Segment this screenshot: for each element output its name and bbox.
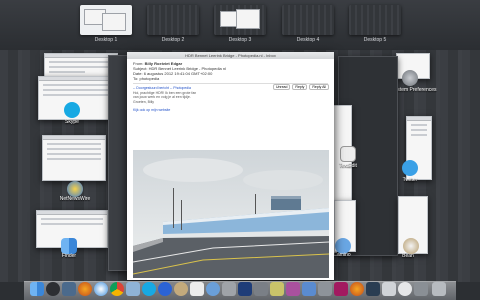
skype-icon (64, 102, 80, 118)
to-value: photopedia (139, 76, 160, 81)
reply-button[interactable]: Reply (292, 84, 308, 90)
textedit-dock-icon[interactable] (190, 282, 204, 296)
mail-header: From: Billy Roeiviet Edgar Subject: HDR … (127, 59, 334, 83)
mail-title: HDR Bennet Leerink Bridge - Photopedia.n… (127, 52, 334, 59)
photoshop-dock-icon[interactable] (238, 282, 252, 296)
app-dock-icon-18[interactable] (302, 282, 316, 296)
lightroom-dock-icon[interactable] (366, 282, 380, 296)
desktop-2-thumbnail[interactable] (147, 5, 199, 35)
unread-button[interactable]: Unread (272, 84, 291, 90)
system-preferences-icon (402, 70, 418, 86)
help-dock-icon[interactable] (414, 282, 428, 296)
skype-dock-icon[interactable] (142, 282, 156, 296)
chrome-dock-icon[interactable] (110, 282, 124, 296)
indesign-dock-icon[interactable] (334, 282, 348, 296)
textedit-icon (340, 146, 356, 162)
desktop-4-thumbnail[interactable] (282, 5, 334, 35)
desktop-1-label: Desktop 1 (94, 37, 118, 43)
mail-toolbar: Unread Reply Reply All (272, 84, 329, 90)
to-label: To: (133, 76, 139, 81)
desktop-2-label: Desktop 2 (161, 37, 185, 43)
bean-icon (403, 238, 419, 254)
dashboard-dock-icon[interactable] (46, 282, 60, 296)
window-dark-left[interactable] (108, 55, 128, 271)
desktop-1-thumbnail[interactable] (80, 5, 132, 35)
finder-icon (61, 238, 77, 254)
skype-label: Skype (65, 119, 79, 125)
netnewswire-icon (67, 181, 83, 197)
finder-dock-icon[interactable] (30, 282, 44, 296)
preview-dock-icon[interactable] (222, 282, 236, 296)
desktop-5-label: Desktop 5 (363, 37, 387, 43)
safari-dock-icon[interactable] (94, 282, 108, 296)
mission-control-dock-icon[interactable] (62, 282, 76, 296)
app-dock-icon-19[interactable] (318, 282, 332, 296)
mail-dock-icon[interactable] (126, 282, 140, 296)
desktop-5-thumbnail[interactable] (349, 5, 401, 35)
twitter-label: Twitter (402, 177, 418, 183)
bridge-photo-image (133, 150, 329, 278)
desktop-3-label: Desktop 3 (228, 37, 252, 43)
mail-message-window[interactable]: HDR Bennet Leerink Bridge - Photopedia.n… (127, 52, 334, 280)
netnewswire-label: NetNewsWire (59, 196, 91, 202)
window-netnewswire[interactable] (42, 135, 106, 181)
bean-label: Bean (402, 253, 414, 259)
app-dock-icon-23[interactable] (382, 282, 396, 296)
body-line-6[interactable]: Kijk ook op mijn website (133, 108, 328, 113)
desktop-3-thumbnail[interactable] (214, 5, 266, 35)
itunes-alt-dock-icon[interactable] (206, 282, 220, 296)
firefox-dock-icon[interactable] (78, 282, 92, 296)
twitter-icon (402, 160, 418, 176)
trash-dock-icon[interactable] (432, 282, 446, 296)
itunes-dock-icon[interactable] (158, 282, 172, 296)
desktop-4-label: Desktop 4 (296, 37, 320, 43)
firefox-alt-dock-icon[interactable] (350, 282, 364, 296)
app-dock-icon-16[interactable] (270, 282, 284, 296)
bean-dock-icon[interactable] (174, 282, 188, 296)
reply-all-button[interactable]: Reply All (309, 84, 329, 90)
finder-label: Finder (61, 253, 77, 259)
app-dock-icon-15[interactable] (254, 282, 268, 296)
spaces-bar: Desktop 1 Desktop 2 Desktop 3 Desktop 4 … (0, 0, 480, 50)
app-dock-icon-17[interactable] (286, 282, 300, 296)
app-dock-icon-24[interactable] (398, 282, 412, 296)
hdr-photo (133, 150, 329, 278)
